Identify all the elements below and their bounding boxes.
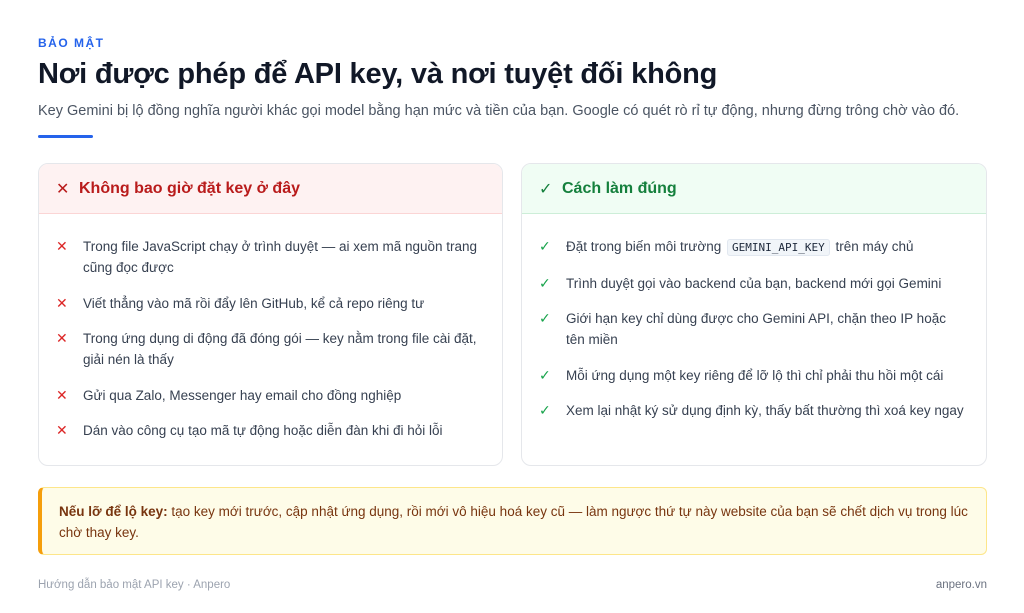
list-item-text: Đặt trong biến môi trường GEMINI_API_KEY… <box>566 236 964 258</box>
x-icon: ✕ <box>56 180 70 198</box>
env-var-text-before: Đặt trong biến môi trường <box>566 239 722 254</box>
check-icon: ✓ <box>539 238 551 254</box>
bad-practices-card: ✕ Không bao giờ đặt key ở đây ✕ Trong fil… <box>38 163 503 466</box>
check-icon: ✓ <box>539 402 551 418</box>
bad-card-title: Không bao giờ đặt key ở đây <box>79 179 300 197</box>
bad-list: ✕ Trong file JavaScript chạy ở trình duyệ… <box>39 214 502 441</box>
good-list: ✓ Đặt trong biến môi trường GEMINI_API_KE… <box>522 214 986 421</box>
eyebrow-label: BẢO MẬT <box>38 36 105 50</box>
x-icon: ✕ <box>56 294 68 311</box>
x-icon: ✕ <box>56 330 68 346</box>
list-item: ✕ Gửi qua Zalo, Messenger hay email cho đ… <box>56 385 480 406</box>
check-icon: ✓ <box>539 274 551 291</box>
good-practices-card: ✓ Cách làm đúng ✓ Đặt trong biến môi trườ… <box>521 163 987 466</box>
page-subtitle: Key Gemini bị lộ đồng nghĩa người khác g… <box>38 103 960 119</box>
list-item: ✓ Xem lại nhật ký sử dụng định kỳ, thấy b… <box>539 400 964 421</box>
good-card-title: Cách làm đúng <box>562 179 677 197</box>
list-item-text: Trong file JavaScript chạy ở trình duyệt… <box>83 239 478 275</box>
list-item-text: Mỗi ứng dụng một key riêng để lỡ lộ thì … <box>566 367 944 383</box>
list-item: ✓ Trình duyệt gọi vào backend của bạn, ba… <box>539 273 964 294</box>
env-var-code: GEMINI_API_KEY <box>726 239 830 256</box>
accent-divider <box>38 135 93 138</box>
check-icon: ✓ <box>539 310 551 326</box>
list-item: ✓ Mỗi ứng dụng một key riêng để lỡ lộ thì… <box>539 365 964 386</box>
bad-card-header: ✕ Không bao giờ đặt key ở đây <box>39 164 502 214</box>
footer-site: anpero.vn <box>935 579 987 591</box>
good-card-header: ✓ Cách làm đúng <box>522 164 986 214</box>
list-item-text: Trình duyệt gọi vào backend của bạn, bac… <box>566 275 942 291</box>
check-icon: ✓ <box>539 180 553 198</box>
x-icon: ✕ <box>56 238 68 254</box>
footer-credit: Hướng dẫn bảo mật API key · Anpero <box>38 579 231 591</box>
check-icon: ✓ <box>539 366 551 383</box>
list-item: ✓ Giới hạn key chỉ dùng được cho Gemini A… <box>539 308 964 350</box>
x-icon: ✕ <box>56 422 68 438</box>
list-item: ✕ Trong file JavaScript chạy ở trình duyệ… <box>56 236 480 278</box>
list-item: ✕ Dán vào công cụ tạo mã tự động hoặc diễ… <box>56 420 480 441</box>
note-lead: Nếu lỡ để lộ key: <box>59 504 168 519</box>
leak-warning-note: Nếu lỡ để lộ key: tạo key mới trước, cập… <box>38 487 987 555</box>
list-item: ✕ Viết thẳng vào mã rồi đẩy lên GitHub, k… <box>56 293 480 314</box>
list-item-text: Xem lại nhật ký sử dụng định kỳ, thấy bấ… <box>566 403 964 418</box>
list-item: ✓ Đặt trong biến môi trường GEMINI_API_KE… <box>539 236 964 258</box>
note-text: tạo key mới trước, cập nhật ứng dụng, rồ… <box>59 504 968 540</box>
list-item-text: Gửi qua Zalo, Messenger hay email cho đồ… <box>83 387 402 403</box>
list-item-text: Dán vào công cụ tạo mã tự động hoặc diễn… <box>83 423 443 438</box>
list-item-text: Giới hạn key chỉ dùng được cho Gemini AP… <box>566 311 946 347</box>
x-icon: ✕ <box>56 386 68 403</box>
env-var-text-after: trên máy chủ <box>835 239 914 254</box>
list-item-text: Viết thẳng vào mã rồi đẩy lên GitHub, kể… <box>83 295 425 311</box>
list-item-text: Trong ứng dụng di động đã đóng gói — key… <box>83 331 477 367</box>
list-item: ✕ Trong ứng dụng di động đã đóng gói — ke… <box>56 328 480 370</box>
page-title: Nơi được phép để API key, và nơi tuyệt đ… <box>38 58 718 90</box>
